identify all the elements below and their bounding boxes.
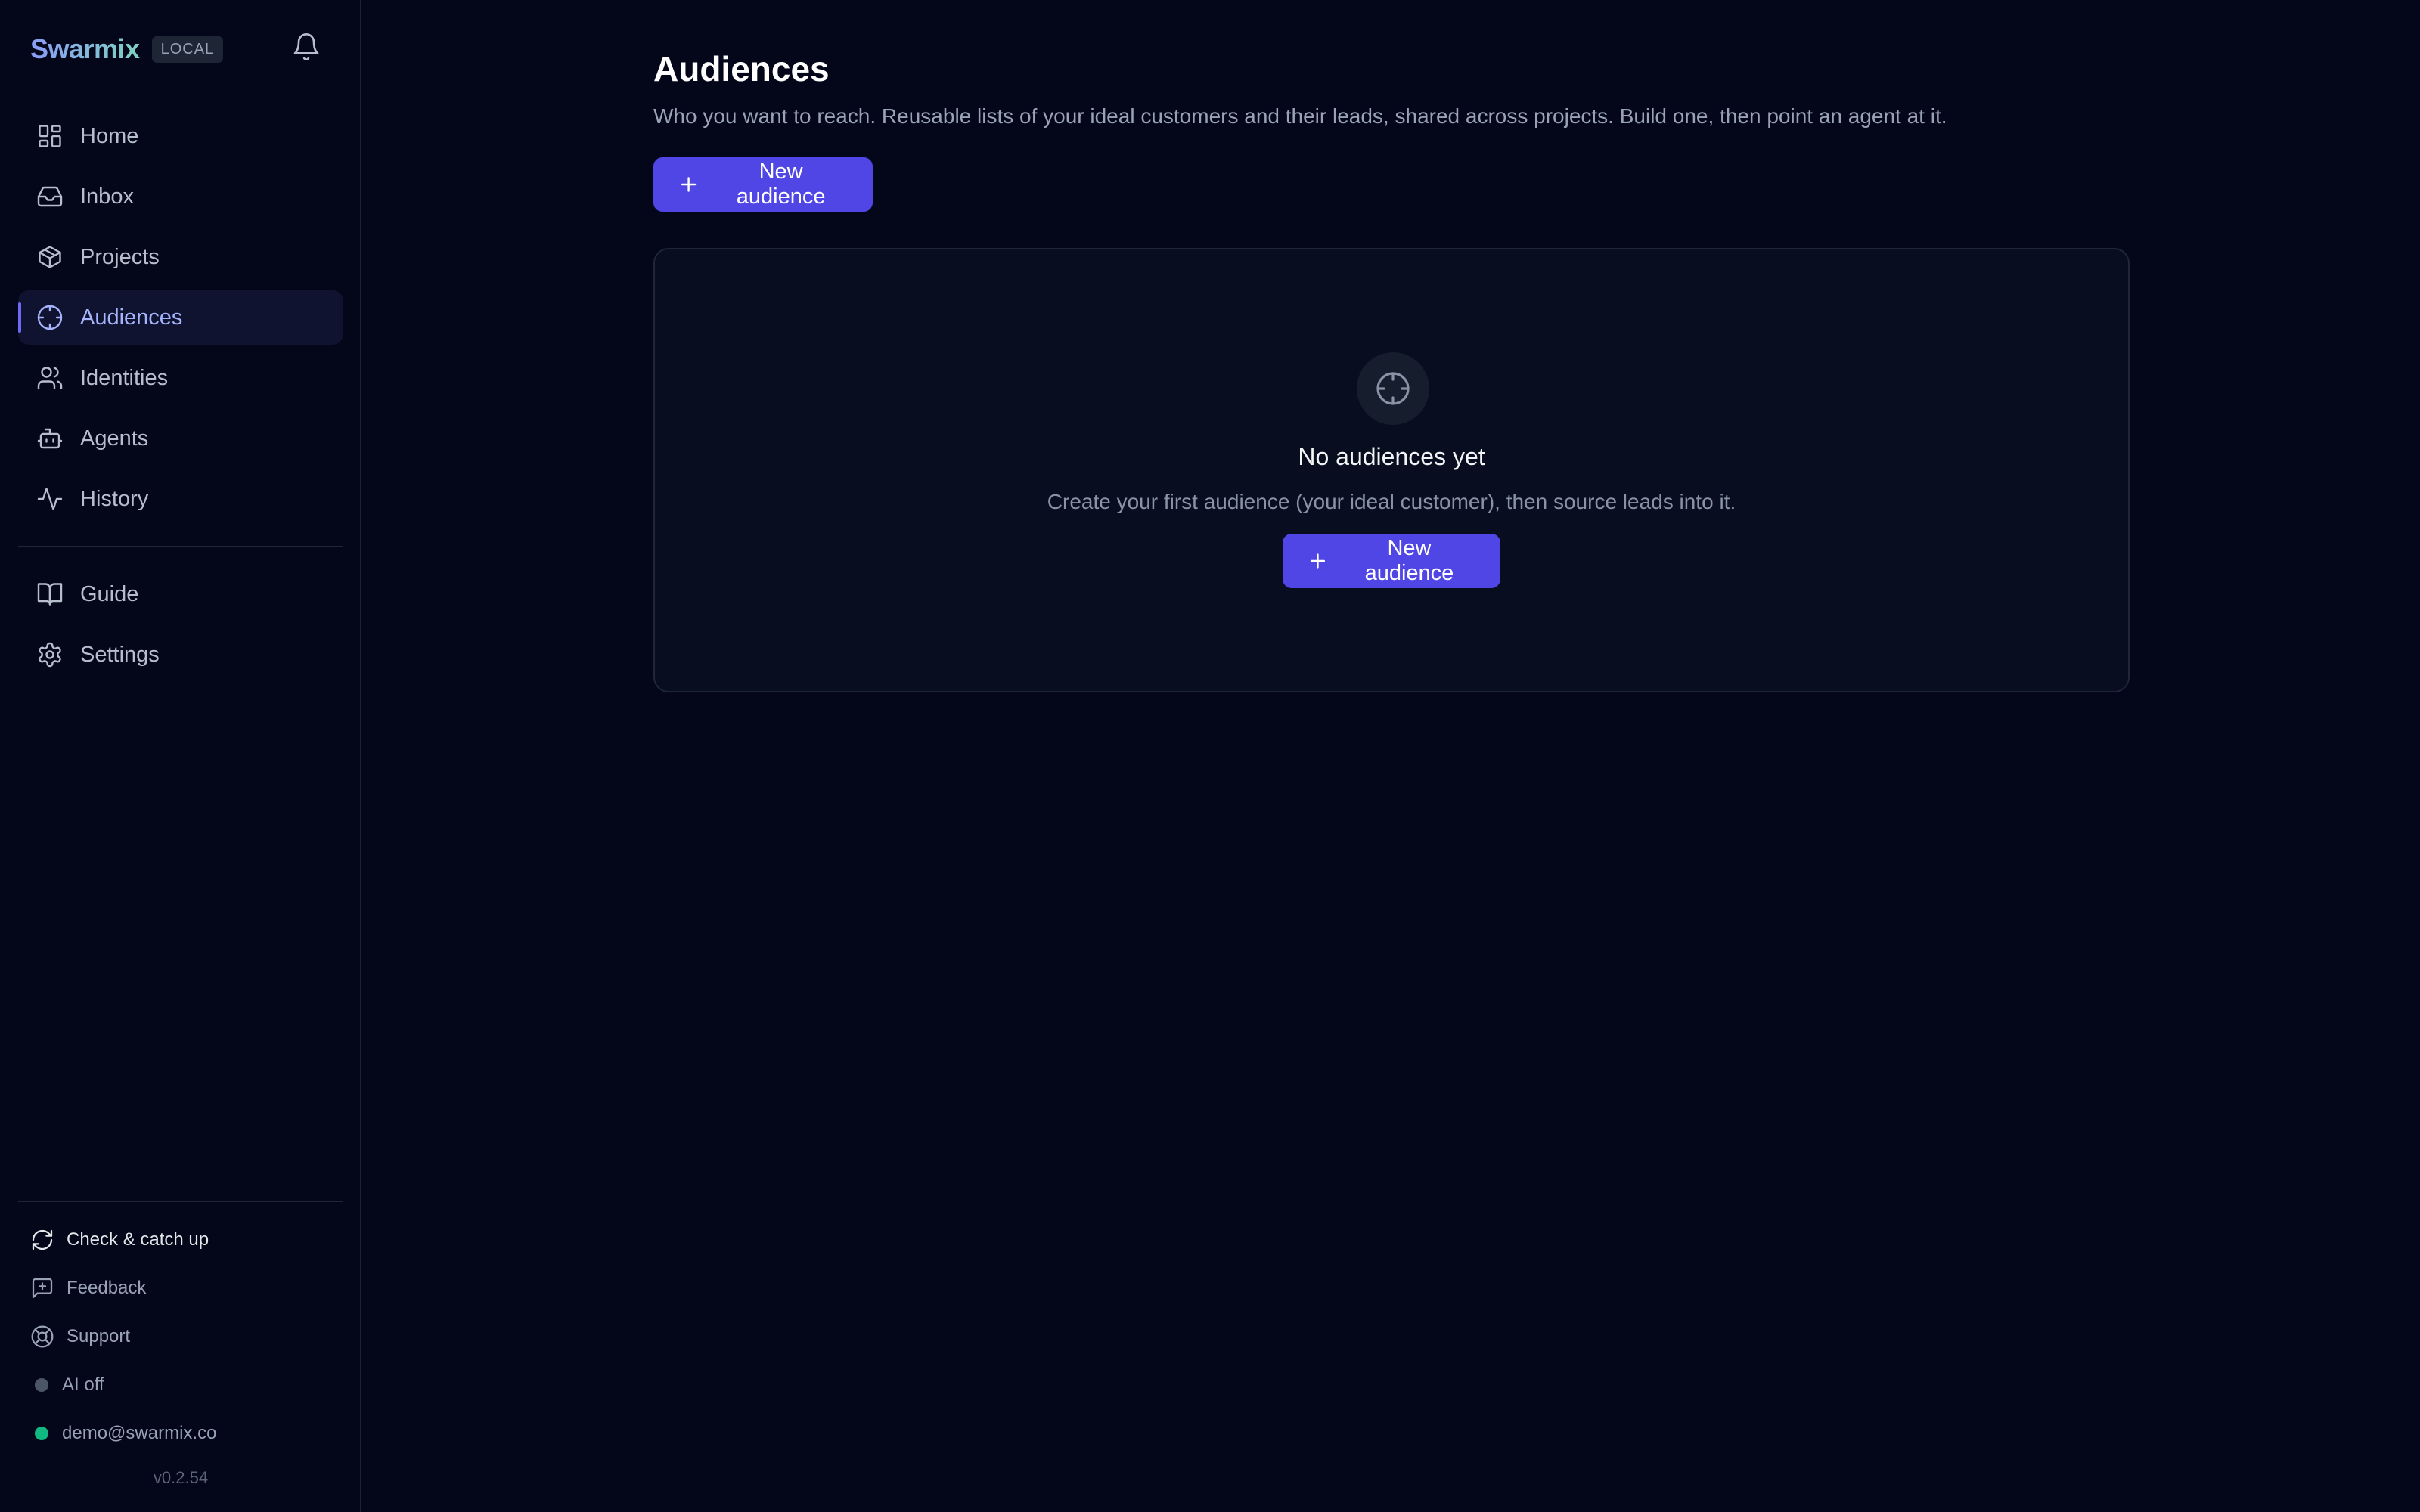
activity-icon	[37, 488, 63, 510]
sidebar-item-label: Audiences	[80, 305, 183, 330]
support-label: Support	[67, 1326, 131, 1346]
book-icon	[37, 583, 63, 606]
app-version: v0.2.54	[153, 1468, 209, 1487]
main-content: Audiences Who you want to reach. Reusabl…	[361, 0, 2420, 1512]
sidebar-item-identities[interactable]: Identities	[18, 351, 343, 405]
check-catch-up-button[interactable]: Check & catch up	[18, 1216, 343, 1264]
sidebar-item-inbox[interactable]: Inbox	[18, 169, 343, 224]
crosshair-icon	[1376, 372, 1410, 405]
ai-status-toggle[interactable]: AI off	[18, 1361, 343, 1409]
empty-state-icon	[1357, 352, 1429, 425]
sidebar-item-label: History	[80, 486, 149, 511]
plus-icon	[681, 177, 697, 192]
inbox-icon	[37, 186, 63, 207]
sidebar-item-agents[interactable]: Agents	[18, 411, 343, 466]
sidebar-item-label: Identities	[80, 365, 169, 390]
brand-row: Swarmix LOCAL	[30, 30, 333, 68]
message-plus-icon	[32, 1278, 53, 1299]
user-email: demo@swarmix.co	[62, 1423, 217, 1443]
brand-logo[interactable]: Swarmix	[30, 33, 140, 65]
empty-state-new-audience-button[interactable]: New audience	[1283, 534, 1500, 588]
gear-icon	[39, 642, 61, 668]
home-grid-icon	[39, 125, 61, 147]
sidebar-item-audiences[interactable]: Audiences	[18, 290, 343, 345]
empty-state-button-label: New audience	[1364, 536, 1454, 585]
environment-badge: LOCAL	[151, 36, 224, 63]
sidebar-item-label: Agents	[80, 426, 149, 451]
user-status-dot	[35, 1427, 48, 1440]
feedback-button[interactable]: Feedback	[18, 1264, 343, 1312]
sidebar-item-settings[interactable]: Settings	[18, 627, 343, 682]
sidebar: Swarmix LOCAL Home Inbox Projects Audien…	[0, 0, 361, 1512]
page-subtitle: Who you want to reach. Reusable lists of…	[653, 104, 1947, 128]
sidebar-item-history[interactable]: History	[18, 472, 343, 526]
sidebar-item-label: Settings	[80, 642, 160, 667]
life-buoy-icon	[31, 1325, 54, 1348]
sidebar-item-projects[interactable]: Projects	[18, 230, 343, 284]
user-account[interactable]: demo@swarmix.co	[18, 1409, 343, 1458]
new-audience-label: New audience	[736, 160, 826, 209]
plus-icon	[1310, 553, 1326, 569]
sidebar-item-home[interactable]: Home	[18, 109, 343, 163]
new-audience-button[interactable]: New audience	[653, 157, 873, 212]
refresh-icon	[32, 1229, 53, 1250]
sidebar-item-label: Projects	[80, 244, 160, 269]
sidebar-divider	[18, 546, 343, 547]
sidebar-footer: Check & catch up Feedback Support AI off…	[18, 1201, 343, 1488]
ai-status-label: AI off	[62, 1374, 104, 1395]
empty-state-card: No audiences yet Create your first audie…	[653, 248, 2130, 692]
check-catch-up-label: Check & catch up	[67, 1229, 209, 1250]
sidebar-item-guide[interactable]: Guide	[18, 567, 343, 621]
empty-state-title: No audiences yet	[1298, 443, 1485, 470]
feedback-label: Feedback	[67, 1278, 147, 1298]
empty-state-subtitle: Create your first audience (your ideal c…	[1047, 490, 1736, 513]
ai-status-dot	[35, 1378, 48, 1392]
package-icon	[39, 246, 61, 268]
sidebar-footer-divider	[18, 1201, 343, 1202]
sidebar-item-label: Inbox	[80, 184, 134, 209]
crosshair-icon	[37, 305, 63, 330]
notifications-bell-icon[interactable]	[291, 32, 321, 62]
sidebar-nav: Home Inbox Projects Audiences Identities…	[18, 109, 343, 688]
users-icon	[37, 367, 63, 389]
sidebar-item-label: Guide	[80, 581, 139, 606]
page-title: Audiences	[653, 49, 830, 88]
sidebar-item-label: Home	[80, 123, 139, 148]
bot-icon	[37, 428, 63, 449]
support-button[interactable]: Support	[18, 1312, 343, 1361]
